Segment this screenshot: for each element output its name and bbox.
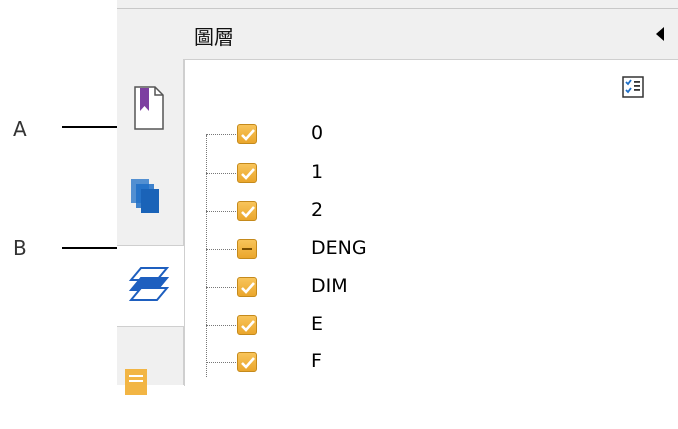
layer-name: DIM bbox=[311, 275, 348, 297]
check-icon bbox=[241, 282, 255, 294]
layer-row[interactable]: 2 bbox=[184, 195, 584, 229]
check-icon bbox=[241, 168, 255, 180]
layer-name: 0 bbox=[311, 122, 324, 144]
layer-row[interactable]: 1 bbox=[184, 157, 584, 191]
layer-row[interactable]: DENG bbox=[184, 233, 584, 267]
tree-branch bbox=[206, 362, 236, 363]
tab-bookmarks[interactable] bbox=[117, 73, 183, 153]
layers-icon bbox=[128, 267, 170, 301]
tree-branch bbox=[206, 249, 236, 250]
layer-checkbox[interactable] bbox=[237, 315, 257, 335]
pages-icon bbox=[131, 179, 159, 213]
tab-annotations[interactable] bbox=[117, 349, 183, 429]
bookmark-icon bbox=[134, 86, 164, 130]
layer-checkbox[interactable] bbox=[237, 124, 257, 144]
tree-branch bbox=[206, 287, 236, 288]
check-icon bbox=[241, 320, 255, 332]
layer-checkbox[interactable] bbox=[237, 352, 257, 372]
layer-name: F bbox=[311, 350, 322, 372]
tree-branch bbox=[206, 211, 236, 212]
callout-label-b: B bbox=[13, 236, 27, 260]
layer-checkbox[interactable] bbox=[237, 163, 257, 183]
layer-checkbox[interactable] bbox=[237, 277, 257, 297]
check-icon bbox=[241, 129, 255, 141]
layer-list: 0 1 2 DENG DIM E F bbox=[184, 0, 678, 385]
check-icon bbox=[241, 206, 255, 218]
check-icon bbox=[241, 357, 255, 369]
layer-name: 1 bbox=[311, 161, 324, 183]
tab-pages[interactable] bbox=[117, 155, 183, 235]
tab-layers[interactable] bbox=[117, 245, 184, 327]
tree-branch bbox=[206, 173, 236, 174]
layer-name: 2 bbox=[311, 199, 324, 221]
layer-checkbox[interactable] bbox=[237, 201, 257, 221]
tree-branch bbox=[206, 134, 236, 135]
layer-name: E bbox=[311, 313, 324, 335]
tree-branch bbox=[206, 325, 236, 326]
callout-label-a: A bbox=[13, 117, 27, 141]
layer-name: DENG bbox=[311, 237, 367, 259]
layer-checkbox-partial[interactable] bbox=[237, 239, 257, 259]
layer-row[interactable]: F bbox=[184, 346, 584, 380]
layer-row[interactable]: 0 bbox=[184, 118, 584, 152]
side-tab-strip bbox=[117, 59, 184, 395]
layer-row[interactable]: DIM bbox=[184, 271, 584, 305]
layer-row[interactable]: E bbox=[184, 309, 584, 343]
annotations-icon bbox=[125, 369, 147, 395]
